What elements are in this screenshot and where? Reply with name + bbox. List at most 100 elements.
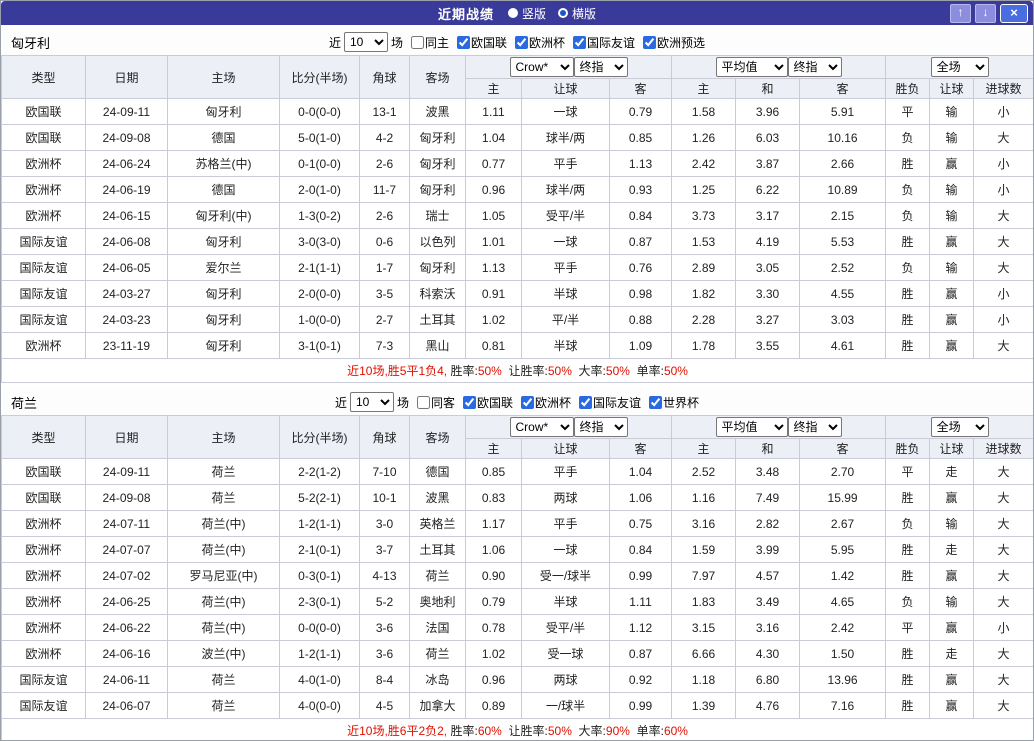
cell-odds-home: 1.11 [466,99,522,125]
down-arrow-icon: ↓ [983,5,989,19]
cell-odds-away: 0.79 [610,99,672,125]
column-subheader: 主 [672,79,736,99]
league-filter-1[interactable]: 欧洲杯 [515,34,565,51]
cell-avg-draw: 3.05 [736,255,800,281]
league-filter-2-checkbox[interactable] [579,396,592,409]
bookmaker-odds-type-select[interactable]: 终指 [574,57,628,77]
cell-away-team: 以色列 [410,229,466,255]
cell-avg-away: 13.96 [800,667,886,693]
average-select[interactable]: 平均值 [716,57,788,77]
summary-cell: 近10场,胜5平1负4, 胜率:50% 让胜率:50% 大率:50% 单率:50… [2,359,1034,383]
league-filter-1[interactable]: 欧洲杯 [521,394,571,411]
league-filter-3[interactable]: 世界杯 [649,394,699,411]
column-header: 客场 [410,56,466,99]
same-venue-filter-checkbox[interactable] [417,396,430,409]
cell-league: 欧洲杯 [2,511,86,537]
league-filter-2-checkbox[interactable] [573,36,586,49]
bookmaker-select[interactable]: Crow* [510,417,574,437]
column-subheader: 客 [610,79,672,99]
cell-league: 欧洲杯 [2,177,86,203]
league-filter-3-label: 世界杯 [663,394,699,411]
league-filter-1-checkbox[interactable] [521,396,534,409]
league-filter-3-checkbox[interactable] [643,36,656,49]
cell-result-wdl: 负 [886,177,930,203]
cell-avg-home: 2.42 [672,151,736,177]
cell-corners: 1-7 [360,255,410,281]
summary-segment: 60% [478,724,502,738]
match-row: 欧洲杯24-06-16波兰(中)1-2(1-1)3-6荷兰1.02受一球0.87… [2,641,1034,667]
cell-league: 欧国联 [2,459,86,485]
cell-avg-away: 2.67 [800,511,886,537]
cell-result-handicap: 走 [930,537,974,563]
column-header: 类型 [2,56,86,99]
scroll-up-button[interactable]: ↑ [950,4,971,23]
sections-container: 匈牙利近10场同主欧国联欧洲杯国际友谊欧洲预选类型日期主场比分(半场)角球客场C… [1,25,1033,741]
cell-home-team: 荷兰(中) [168,589,280,615]
cell-result-goals: 大 [974,485,1034,511]
summary-segment: 60% [664,724,688,738]
column-subheader: 和 [736,79,800,99]
cell-away-team: 匈牙利 [410,125,466,151]
scope-select[interactable]: 全场 [931,57,989,77]
column-header: 日期 [86,56,168,99]
cell-odds-home: 0.85 [466,459,522,485]
cell-odds-away: 0.93 [610,177,672,203]
match-count-select[interactable]: 10 [350,392,394,412]
cell-corners: 8-4 [360,667,410,693]
league-filter-0[interactable]: 欧国联 [463,394,513,411]
cell-result-goals: 大 [974,511,1034,537]
scope-select[interactable]: 全场 [931,417,989,437]
league-filter-0[interactable]: 欧国联 [457,34,507,51]
cell-result-wdl: 负 [886,125,930,151]
cell-date: 24-06-19 [86,177,168,203]
layout-radio-vertical[interactable]: 竖版 [508,5,546,22]
cell-result-goals: 大 [974,563,1034,589]
cell-avg-home: 1.59 [672,537,736,563]
same-venue-filter[interactable]: 同客 [417,394,455,411]
league-filter-2[interactable]: 国际友谊 [579,394,641,411]
cell-result-goals: 小 [974,151,1034,177]
cell-odds-away: 0.84 [610,203,672,229]
cell-avg-draw: 6.03 [736,125,800,151]
cell-result-goals: 大 [974,203,1034,229]
results-table: 类型日期主场比分(半场)角球客场Crow*终指平均值终指全场主让球客主和客胜负让… [1,415,1034,741]
filter-prefix-label: 近 [335,394,347,411]
cell-result-handicap: 赢 [930,667,974,693]
cell-odds-away: 1.11 [610,589,672,615]
cell-odds-handicap: 一球 [522,229,610,255]
cell-league: 国际友谊 [2,255,86,281]
cell-corners: 2-6 [360,203,410,229]
cell-odds-home: 0.90 [466,563,522,589]
cell-result-handicap: 输 [930,203,974,229]
cell-away-team: 法国 [410,615,466,641]
layout-radio-horizontal[interactable]: 横版 [558,5,596,22]
same-venue-filter[interactable]: 同主 [411,34,449,51]
average-odds-type-select[interactable]: 终指 [788,57,842,77]
same-venue-filter-label: 同客 [431,394,455,411]
match-count-select[interactable]: 10 [344,32,388,52]
cell-odds-home: 1.01 [466,229,522,255]
league-filter-0-checkbox[interactable] [457,36,470,49]
scroll-down-button[interactable]: ↓ [975,4,996,23]
close-button[interactable]: × [1000,4,1028,23]
match-row: 欧洲杯24-07-11荷兰(中)1-2(1-1)3-0英格兰1.17平手0.75… [2,511,1034,537]
section-title: 荷兰 [11,393,37,412]
bookmaker-odds-type-select[interactable]: 终指 [574,417,628,437]
cell-odds-handicap: 受一球 [522,641,610,667]
summary-segment: 近10场,胜5平1负4, [347,364,450,378]
average-odds-type-select[interactable]: 终指 [788,417,842,437]
league-filter-3[interactable]: 欧洲预选 [643,34,705,51]
average-select[interactable]: 平均值 [716,417,788,437]
bookmaker-select[interactable]: Crow* [510,57,574,77]
league-filter-3-checkbox[interactable] [649,396,662,409]
league-filter-0-checkbox[interactable] [463,396,476,409]
league-filter-2[interactable]: 国际友谊 [573,34,635,51]
league-filter-1-checkbox[interactable] [515,36,528,49]
cell-league: 欧洲杯 [2,537,86,563]
cell-result-handicap: 输 [930,125,974,151]
cell-odds-handicap: 平手 [522,255,610,281]
cell-odds-handicap: 半球 [522,589,610,615]
same-venue-filter-checkbox[interactable] [411,36,424,49]
cell-date: 24-06-11 [86,667,168,693]
cell-date: 24-09-08 [86,485,168,511]
